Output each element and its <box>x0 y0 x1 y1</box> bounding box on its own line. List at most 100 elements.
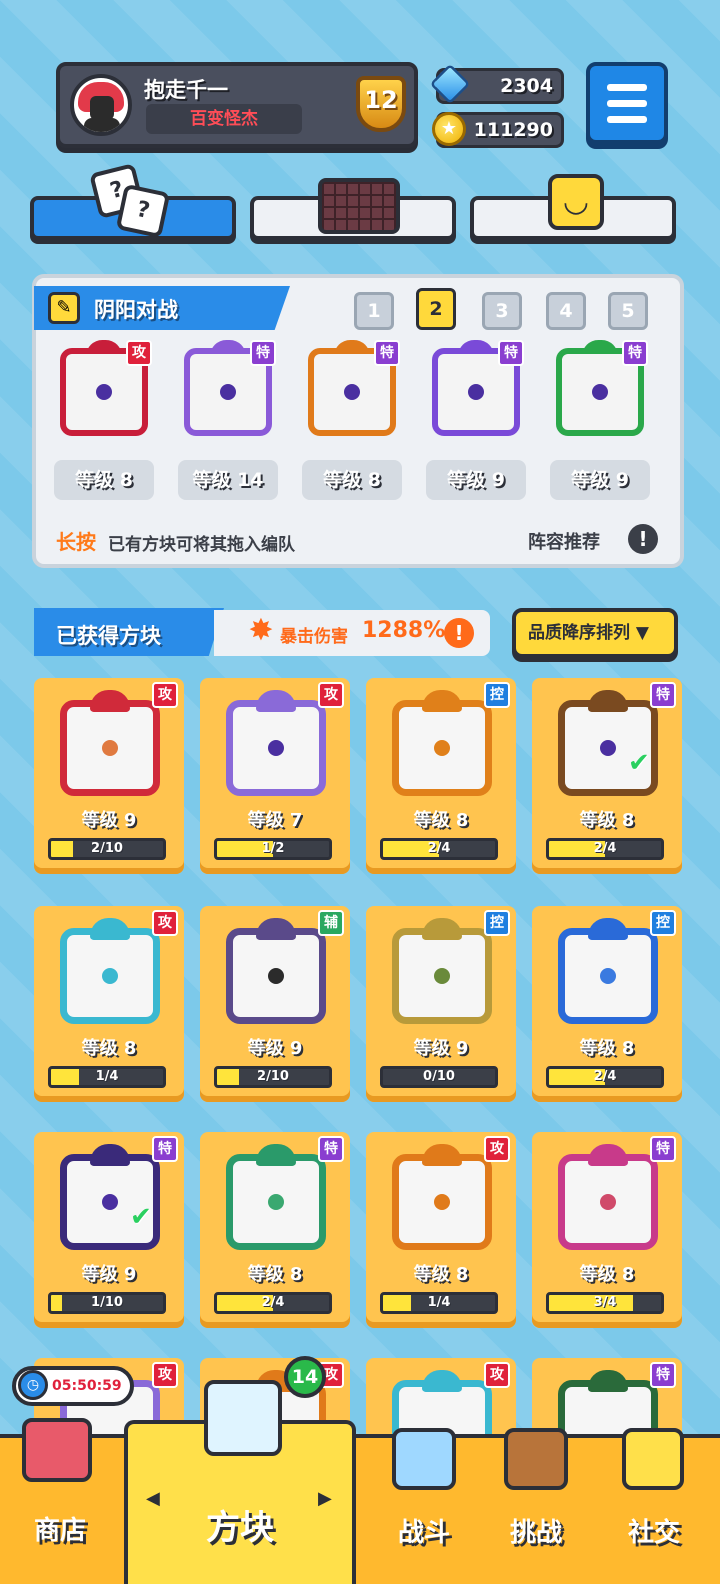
block-crest-icon <box>90 918 130 940</box>
challenge-sign-icon[interactable] <box>504 1428 568 1490</box>
menu-icon-line <box>607 84 647 91</box>
block-art <box>54 918 166 1026</box>
block-art <box>220 918 332 1026</box>
team-slot[interactable]: 特 <box>428 340 524 438</box>
nav-blocks-label[interactable]: 方块 <box>190 1500 290 1549</box>
block-type-badge: 攻 <box>152 1362 178 1388</box>
edit-pencil-icon[interactable]: ✎ <box>48 292 80 324</box>
block-card[interactable]: 攻等级 9 2/10 <box>34 678 184 874</box>
block-crest-icon <box>588 918 628 940</box>
block-type-badge: 辅 <box>318 910 344 936</box>
block-card[interactable]: 攻等级 8 1/4 <box>34 906 184 1102</box>
gem-amount: 2304 <box>500 75 553 97</box>
block-crest-icon <box>422 918 462 940</box>
block-type-badge: 攻 <box>126 340 152 366</box>
block-crest-icon <box>90 1144 130 1166</box>
block-card[interactable]: 攻等级 7 1/2 <box>200 678 350 874</box>
team-slot-level: 等级 8 <box>54 460 154 500</box>
social-character-icon[interactable] <box>622 1428 684 1490</box>
block-level: 等级 8 <box>579 1038 635 1059</box>
nav-social-label[interactable]: 社交 <box>604 1512 704 1549</box>
block-count-badge: 14 <box>284 1356 326 1398</box>
block-card[interactable]: 攻等级 8 1/4 <box>366 1132 516 1328</box>
coin-icon: ★ <box>432 112 466 146</box>
block-level: 等级 8 <box>247 1264 303 1285</box>
nav-battle-label[interactable]: 战斗 <box>374 1512 474 1549</box>
team-page-4[interactable]: 4 <box>546 292 586 330</box>
in-team-check-icon: ✔ <box>628 748 650 778</box>
block-type-badge: 攻 <box>152 682 178 708</box>
block-art <box>54 690 166 798</box>
block-card[interactable]: 辅等级 9 2/10 <box>200 906 350 1102</box>
nav-prev-arrow-icon[interactable]: ◀ <box>146 1488 160 1509</box>
block-type-badge: 特 <box>318 1136 344 1162</box>
block-level: 等级 9 <box>247 1038 303 1059</box>
block-art <box>54 1144 166 1252</box>
team-page-1[interactable]: 1 <box>354 292 394 330</box>
crit-damage-value: 1288% <box>362 618 446 643</box>
mystery-block-icon[interactable] <box>204 1380 282 1456</box>
timer-clock-icon: ◷ <box>18 1370 48 1400</box>
block-level: 等级 8 <box>413 810 469 831</box>
block-card[interactable]: 控等级 9 0/10 <box>366 906 516 1102</box>
progress-text: 2/4 <box>593 841 617 856</box>
team-slot-level: 等级 9 <box>426 460 526 500</box>
team-page-3[interactable]: 3 <box>482 292 522 330</box>
crit-info-icon[interactable]: ! <box>444 618 474 648</box>
block-level: 等级 7 <box>247 810 303 831</box>
team-title: 阴阳对战 <box>94 298 178 322</box>
player-avatar[interactable] <box>70 74 132 136</box>
block-card[interactable]: 控等级 8 2/4 <box>532 906 682 1102</box>
block-card[interactable]: 特 ✔ 等级 9 1/10 <box>34 1132 184 1328</box>
block-card[interactable]: 特等级 8 2/4 <box>200 1132 350 1328</box>
nav-shop-label[interactable]: 商店 <box>10 1510 110 1547</box>
player-name: 抱走千一 <box>144 78 228 102</box>
nav-next-arrow-icon[interactable]: ▶ <box>318 1488 332 1509</box>
upgrade-progress-bar: 2/4 <box>214 1292 332 1314</box>
block-type-badge: 控 <box>484 910 510 936</box>
in-team-check-icon: ✔ <box>130 1202 152 1232</box>
block-core-icon <box>600 740 616 756</box>
block-type-badge: 控 <box>650 910 676 936</box>
team-slot[interactable]: 特 <box>552 340 648 438</box>
block-card[interactable]: 控等级 8 2/4 <box>366 678 516 874</box>
lineup-info-icon[interactable]: ! <box>628 524 658 554</box>
block-art <box>552 918 664 1026</box>
team-page-2[interactable]: 2 <box>416 288 456 330</box>
block-core-icon <box>434 740 450 756</box>
block-art <box>220 1144 332 1252</box>
progress-text: 3/4 <box>593 1295 617 1310</box>
upgrade-progress-bar: 2/10 <box>48 838 166 860</box>
block-card[interactable]: 特 ✔ 等级 8 2/4 <box>532 678 682 874</box>
upgrade-progress-bar: 1/2 <box>214 838 332 860</box>
menu-button[interactable] <box>586 62 668 144</box>
upgrade-progress-bar: 1/4 <box>380 1292 498 1314</box>
player-profile-panel[interactable]: 抱走千一 百变怪杰 12 <box>56 62 418 148</box>
sort-label: 品质降序排列 <box>528 623 630 643</box>
team-page-5[interactable]: 5 <box>608 292 648 330</box>
block-crest-icon <box>256 1144 296 1166</box>
block-card[interactable]: 特等级 8 3/4 <box>532 1132 682 1328</box>
block-type-badge: 特 <box>250 340 276 366</box>
crit-burst-icon: ✸ <box>248 613 274 648</box>
upgrade-progress-bar: 2/10 <box>214 1066 332 1088</box>
team-slot[interactable]: 特 <box>304 340 400 438</box>
lineup-recommend-label[interactable]: 阵容推荐 <box>528 528 600 554</box>
rank-badge[interactable]: 12 <box>350 72 412 138</box>
progress-text: 2/4 <box>427 841 451 856</box>
block-level: 等级 8 <box>579 810 635 831</box>
battle-sword-shield-icon[interactable] <box>392 1428 456 1490</box>
team-slot-level: 等级 14 <box>178 460 278 500</box>
sort-quality-button[interactable]: 品质降序排列 ▼ <box>512 608 678 658</box>
team-slot[interactable]: 特 <box>180 340 276 438</box>
upgrade-progress-bar: 1/10 <box>48 1292 166 1314</box>
block-core-icon <box>600 1194 616 1210</box>
team-slot[interactable]: 攻 <box>56 340 152 438</box>
block-core-icon <box>434 968 450 984</box>
block-type-badge: 攻 <box>318 682 344 708</box>
shop-icon[interactable] <box>22 1418 92 1482</box>
block-core-icon <box>600 968 616 984</box>
hint-drag-text: 已有方块可将其拖入编队 <box>108 535 295 555</box>
nav-challenge-label[interactable]: 挑战 <box>486 1512 586 1549</box>
rank-number: 12 <box>364 86 398 114</box>
